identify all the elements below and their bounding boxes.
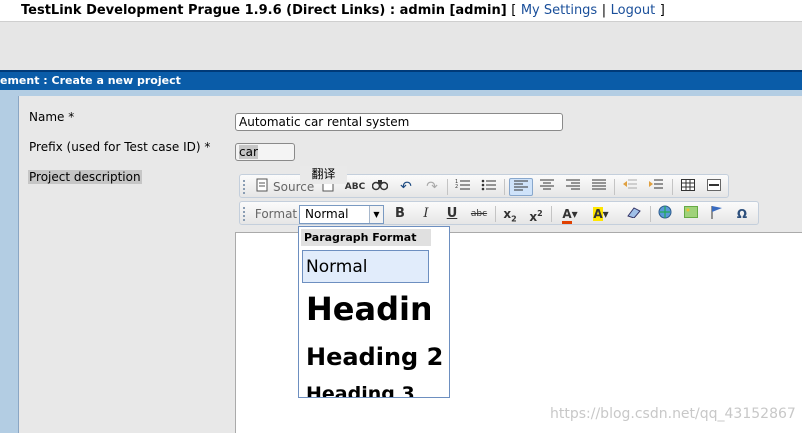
anchor-flag-icon[interactable] <box>707 205 727 223</box>
chevron-down-icon[interactable]: ▼ <box>369 206 383 223</box>
logout-link[interactable]: Logout <box>611 3 656 18</box>
numbered-list-icon[interactable]: 12 <box>453 178 473 196</box>
find-icon[interactable] <box>370 178 390 196</box>
format-option-heading-1[interactable]: Heading 1 <box>302 290 430 328</box>
format-option-heading-2[interactable]: Heading 2 <box>302 343 443 371</box>
underline-icon[interactable]: U <box>442 205 462 223</box>
redo-icon[interactable]: ↷ <box>423 178 441 196</box>
align-center-icon[interactable] <box>537 178 557 196</box>
strikethrough-icon[interactable]: abc <box>468 205 490 223</box>
app-title-text: TestLink Development Prague 1.9.6 (Direc… <box>21 3 507 18</box>
editor-toolbar-2: Format Normal ▼ B I U abc x2 x2 A▾ A▾ Ω <box>239 201 759 225</box>
header-line: TestLink Development Prague 1.9.6 (Direc… <box>0 0 802 22</box>
subscript-icon[interactable]: x2 <box>500 205 520 223</box>
superscript-icon[interactable]: x2 <box>526 205 546 224</box>
prefix-field[interactable]: car <box>235 143 295 161</box>
italic-icon[interactable]: I <box>416 205 436 223</box>
bulleted-list-icon[interactable] <box>479 178 499 196</box>
name-label: Name * <box>29 110 75 124</box>
indent-icon[interactable] <box>646 178 666 196</box>
translate-tooltip: 翻译 <box>300 166 347 184</box>
prefix-value: car <box>239 145 258 159</box>
watermark-text: https://blog.csdn.net/qq_43152867 <box>550 406 796 422</box>
page-title: ement : Create a new project <box>0 74 181 87</box>
horizontal-rule-icon[interactable] <box>704 178 724 196</box>
background-color-icon[interactable]: A▾ <box>589 205 613 223</box>
link-icon[interactable] <box>655 205 675 223</box>
description-label: Project description <box>28 170 142 184</box>
app-title: TestLink Development Prague 1.9.6 (Direc… <box>21 3 665 18</box>
undo-icon[interactable]: ↶ <box>397 178 415 196</box>
special-char-icon[interactable]: Ω <box>732 205 752 223</box>
table-icon[interactable] <box>678 178 698 196</box>
text-color-icon[interactable]: A▾ <box>558 205 582 224</box>
toolbar-grip[interactable] <box>243 180 246 194</box>
align-right-icon[interactable] <box>563 178 583 196</box>
format-select[interactable]: Normal ▼ <box>299 205 384 224</box>
page-title-bar: ement : Create a new project <box>0 72 802 90</box>
prefix-label: Prefix (used for Test case ID) * <box>29 140 211 154</box>
bold-icon[interactable]: B <box>390 205 410 223</box>
paragraph-format-dropdown: Paragraph Format Normal Heading 1 Headin… <box>298 226 450 398</box>
left-gutter <box>0 96 18 433</box>
outdent-icon[interactable] <box>620 178 640 196</box>
toolbar-grip[interactable] <box>243 207 246 221</box>
format-option-normal[interactable]: Normal <box>302 250 429 283</box>
dropdown-header: Paragraph Format <box>301 229 431 246</box>
my-settings-link[interactable]: My Settings <box>521 3 597 18</box>
format-value: Normal <box>305 207 349 221</box>
spellcheck-icon[interactable]: ABC <box>344 178 366 196</box>
top-header: TestLink Development Prague 1.9.6 (Direc… <box>0 0 802 70</box>
justify-icon[interactable] <box>589 178 609 196</box>
source-icon[interactable] <box>254 178 270 196</box>
format-label: Format <box>254 207 298 221</box>
align-left-icon[interactable] <box>509 178 533 196</box>
remove-format-icon[interactable] <box>624 205 644 223</box>
name-field[interactable]: Automatic car rental system <box>235 113 563 131</box>
format-option-heading-3[interactable]: Heading 3 <box>302 383 415 397</box>
image-icon[interactable] <box>681 205 701 223</box>
svg-text:2: 2 <box>455 184 458 190</box>
